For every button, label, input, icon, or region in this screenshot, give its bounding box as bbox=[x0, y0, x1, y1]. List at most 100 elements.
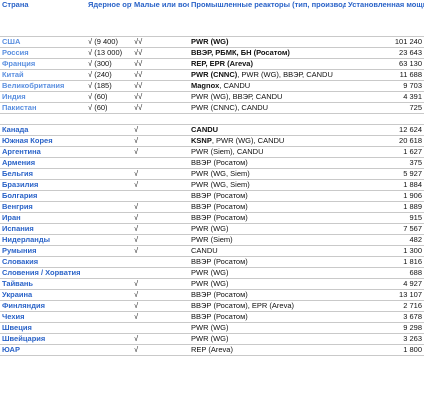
cell-country[interactable]: Чехия bbox=[0, 311, 86, 323]
cell-small-reactors[interactable]: √ bbox=[132, 300, 189, 312]
cell-small-reactors[interactable]: √ bbox=[132, 245, 189, 257]
cell-industrial[interactable]: CANDU bbox=[189, 124, 346, 136]
cell-industrial[interactable]: PWR (WG) bbox=[189, 278, 346, 290]
cell-nuclear-weapons[interactable] bbox=[86, 333, 132, 345]
cell-capacity[interactable]: 1 884 bbox=[346, 179, 424, 191]
cell-nuclear-weapons[interactable] bbox=[86, 278, 132, 290]
cell-country[interactable]: Болгария bbox=[0, 190, 86, 202]
cell-country[interactable]: Россия bbox=[0, 47, 86, 59]
cell-industrial[interactable]: ВВЭР (Росатом) bbox=[189, 289, 346, 301]
cell-capacity[interactable]: 63 130 bbox=[346, 58, 424, 70]
cell-country[interactable]: Великобритания bbox=[0, 80, 86, 92]
cell-small-reactors[interactable]: √√ bbox=[132, 102, 189, 114]
cell-country[interactable]: Финляндия bbox=[0, 300, 86, 312]
cell-country[interactable]: Бельгия bbox=[0, 168, 86, 180]
cell-nuclear-weapons[interactable]: √ (60) bbox=[86, 102, 132, 114]
cell-country[interactable]: Украина bbox=[0, 289, 86, 301]
cell-country[interactable]: Бразилия bbox=[0, 179, 86, 191]
cell-country[interactable]: Словения / Хорватия bbox=[0, 267, 86, 279]
cell-country[interactable]: ЮАР bbox=[0, 344, 86, 356]
cell-industrial[interactable]: ВВЭР (Росатом) bbox=[189, 157, 346, 169]
cell-capacity[interactable]: 23 643 bbox=[346, 47, 424, 59]
cell-nuclear-weapons[interactable] bbox=[86, 157, 132, 169]
header-capacity[interactable]: Установленная мощность, МВт bbox=[346, 0, 424, 37]
cell-country[interactable]: Армения bbox=[0, 157, 86, 169]
cell-capacity[interactable]: 1 300 bbox=[346, 245, 424, 257]
cell-industrial[interactable]: PWR (Siem), CANDU bbox=[189, 146, 346, 158]
header-nuclear-weapons[interactable]: Ядерное оружие bbox=[86, 0, 132, 37]
cell-industrial[interactable]: PWR (WG) bbox=[189, 322, 346, 334]
cell-capacity[interactable]: 1 906 bbox=[346, 190, 424, 202]
cell-small-reactors[interactable]: √ bbox=[132, 201, 189, 213]
cell-capacity[interactable]: 9 703 bbox=[346, 80, 424, 92]
cell-industrial[interactable]: ВВЭР (Росатом) bbox=[189, 201, 346, 213]
cell-small-reactors[interactable]: √ bbox=[132, 311, 189, 323]
cell-industrial[interactable]: PWR (WG, Siem) bbox=[189, 179, 346, 191]
cell-country[interactable]: Аргентина bbox=[0, 146, 86, 158]
cell-small-reactors[interactable] bbox=[132, 190, 189, 202]
cell-country[interactable]: Франция bbox=[0, 58, 86, 70]
cell-nuclear-weapons[interactable] bbox=[86, 311, 132, 323]
cell-capacity[interactable]: 4 391 bbox=[346, 91, 424, 103]
cell-small-reactors[interactable]: √ bbox=[132, 212, 189, 224]
cell-country[interactable]: Южная Корея bbox=[0, 135, 86, 147]
cell-nuclear-weapons[interactable]: √ (300) bbox=[86, 58, 132, 70]
cell-capacity[interactable]: 915 bbox=[346, 212, 424, 224]
cell-small-reactors[interactable]: √√ bbox=[132, 47, 189, 59]
cell-country[interactable]: Испания bbox=[0, 223, 86, 235]
cell-nuclear-weapons[interactable] bbox=[86, 135, 132, 147]
cell-industrial[interactable]: PWR (CNNC), CANDU bbox=[189, 102, 346, 114]
cell-small-reactors[interactable]: √ bbox=[132, 135, 189, 147]
cell-capacity[interactable]: 1 627 bbox=[346, 146, 424, 158]
cell-industrial[interactable]: ВВЭР (Росатом) bbox=[189, 190, 346, 202]
cell-industrial[interactable]: PWR (WG) bbox=[189, 36, 346, 48]
cell-small-reactors[interactable]: √√ bbox=[132, 69, 189, 81]
cell-small-reactors[interactable]: √ bbox=[132, 234, 189, 246]
cell-small-reactors[interactable] bbox=[132, 256, 189, 268]
cell-country[interactable]: Пакистан bbox=[0, 102, 86, 114]
header-country[interactable]: Страна bbox=[0, 0, 86, 37]
cell-capacity[interactable]: 9 298 bbox=[346, 322, 424, 334]
cell-capacity[interactable]: 11 688 bbox=[346, 69, 424, 81]
cell-capacity[interactable]: 13 107 bbox=[346, 289, 424, 301]
cell-small-reactors[interactable]: √√ bbox=[132, 36, 189, 48]
cell-nuclear-weapons[interactable] bbox=[86, 344, 132, 356]
cell-industrial[interactable]: ВВЭР (Росатом) bbox=[189, 256, 346, 268]
cell-country[interactable]: Венгрия bbox=[0, 201, 86, 213]
cell-capacity[interactable]: 2 716 bbox=[346, 300, 424, 312]
cell-industrial[interactable]: REP, EPR (Areva) bbox=[189, 58, 346, 70]
cell-small-reactors[interactable]: √ bbox=[132, 146, 189, 158]
cell-industrial[interactable]: PWR (WG) bbox=[189, 267, 346, 279]
cell-industrial[interactable]: CANDU bbox=[189, 245, 346, 257]
cell-nuclear-weapons[interactable] bbox=[86, 256, 132, 268]
cell-small-reactors[interactable]: √ bbox=[132, 124, 189, 136]
cell-small-reactors[interactable]: √ bbox=[132, 278, 189, 290]
cell-country[interactable]: Швейцария bbox=[0, 333, 86, 345]
cell-nuclear-weapons[interactable] bbox=[86, 124, 132, 136]
cell-nuclear-weapons[interactable]: √ (9 400) bbox=[86, 36, 132, 48]
cell-industrial[interactable]: REP (Areva) bbox=[189, 344, 346, 356]
cell-capacity[interactable]: 20 618 bbox=[346, 135, 424, 147]
cell-capacity[interactable]: 375 bbox=[346, 157, 424, 169]
cell-nuclear-weapons[interactable] bbox=[86, 190, 132, 202]
cell-nuclear-weapons[interactable] bbox=[86, 300, 132, 312]
cell-country[interactable]: Тайвань bbox=[0, 278, 86, 290]
cell-capacity[interactable]: 688 bbox=[346, 267, 424, 279]
cell-small-reactors[interactable]: √√ bbox=[132, 58, 189, 70]
cell-country[interactable]: Канада bbox=[0, 124, 86, 136]
cell-country[interactable]: Швеция bbox=[0, 322, 86, 334]
cell-small-reactors[interactable]: √ bbox=[132, 333, 189, 345]
cell-nuclear-weapons[interactable] bbox=[86, 234, 132, 246]
cell-capacity[interactable]: 4 927 bbox=[346, 278, 424, 290]
cell-country[interactable]: Иран bbox=[0, 212, 86, 224]
cell-capacity[interactable]: 482 bbox=[346, 234, 424, 246]
cell-industrial[interactable]: ВВЭР (Росатом) bbox=[189, 311, 346, 323]
cell-nuclear-weapons[interactable] bbox=[86, 201, 132, 213]
cell-country[interactable]: Румыния bbox=[0, 245, 86, 257]
cell-small-reactors[interactable]: √ bbox=[132, 223, 189, 235]
cell-industrial[interactable]: PWR (WG) bbox=[189, 333, 346, 345]
header-small-military[interactable]: Малые или военные реакторы bbox=[132, 0, 189, 37]
cell-capacity[interactable]: 1 800 bbox=[346, 344, 424, 356]
header-industrial[interactable]: Промышленные реакторы (тип, производител… bbox=[189, 0, 346, 37]
cell-industrial[interactable]: PWR (WG) bbox=[189, 223, 346, 235]
